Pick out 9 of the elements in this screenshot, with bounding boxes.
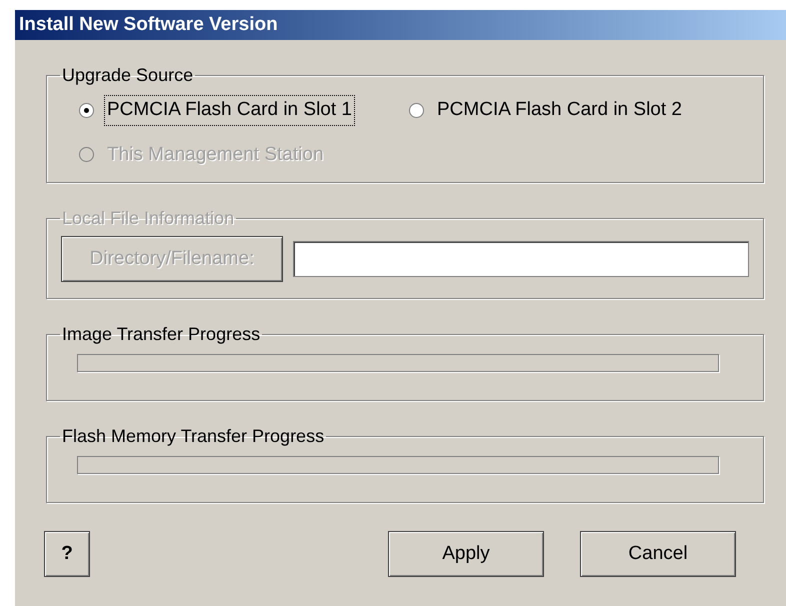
group-title: Flash Memory Transfer Progress — [61, 425, 326, 448]
window-title: Install New Software Version — [15, 10, 786, 40]
help-button[interactable]: ? — [44, 531, 90, 577]
group-title: Local File Information — [61, 207, 236, 230]
radio-option[interactable]: PCMCIA Flash Card in Slot 2 — [409, 95, 749, 126]
cancel-button[interactable]: Cancel — [580, 531, 736, 577]
group-title: Upgrade Source — [61, 64, 194, 87]
group-title: Image Transfer Progress — [61, 323, 262, 346]
apply-button[interactable]: Apply — [388, 531, 544, 577]
